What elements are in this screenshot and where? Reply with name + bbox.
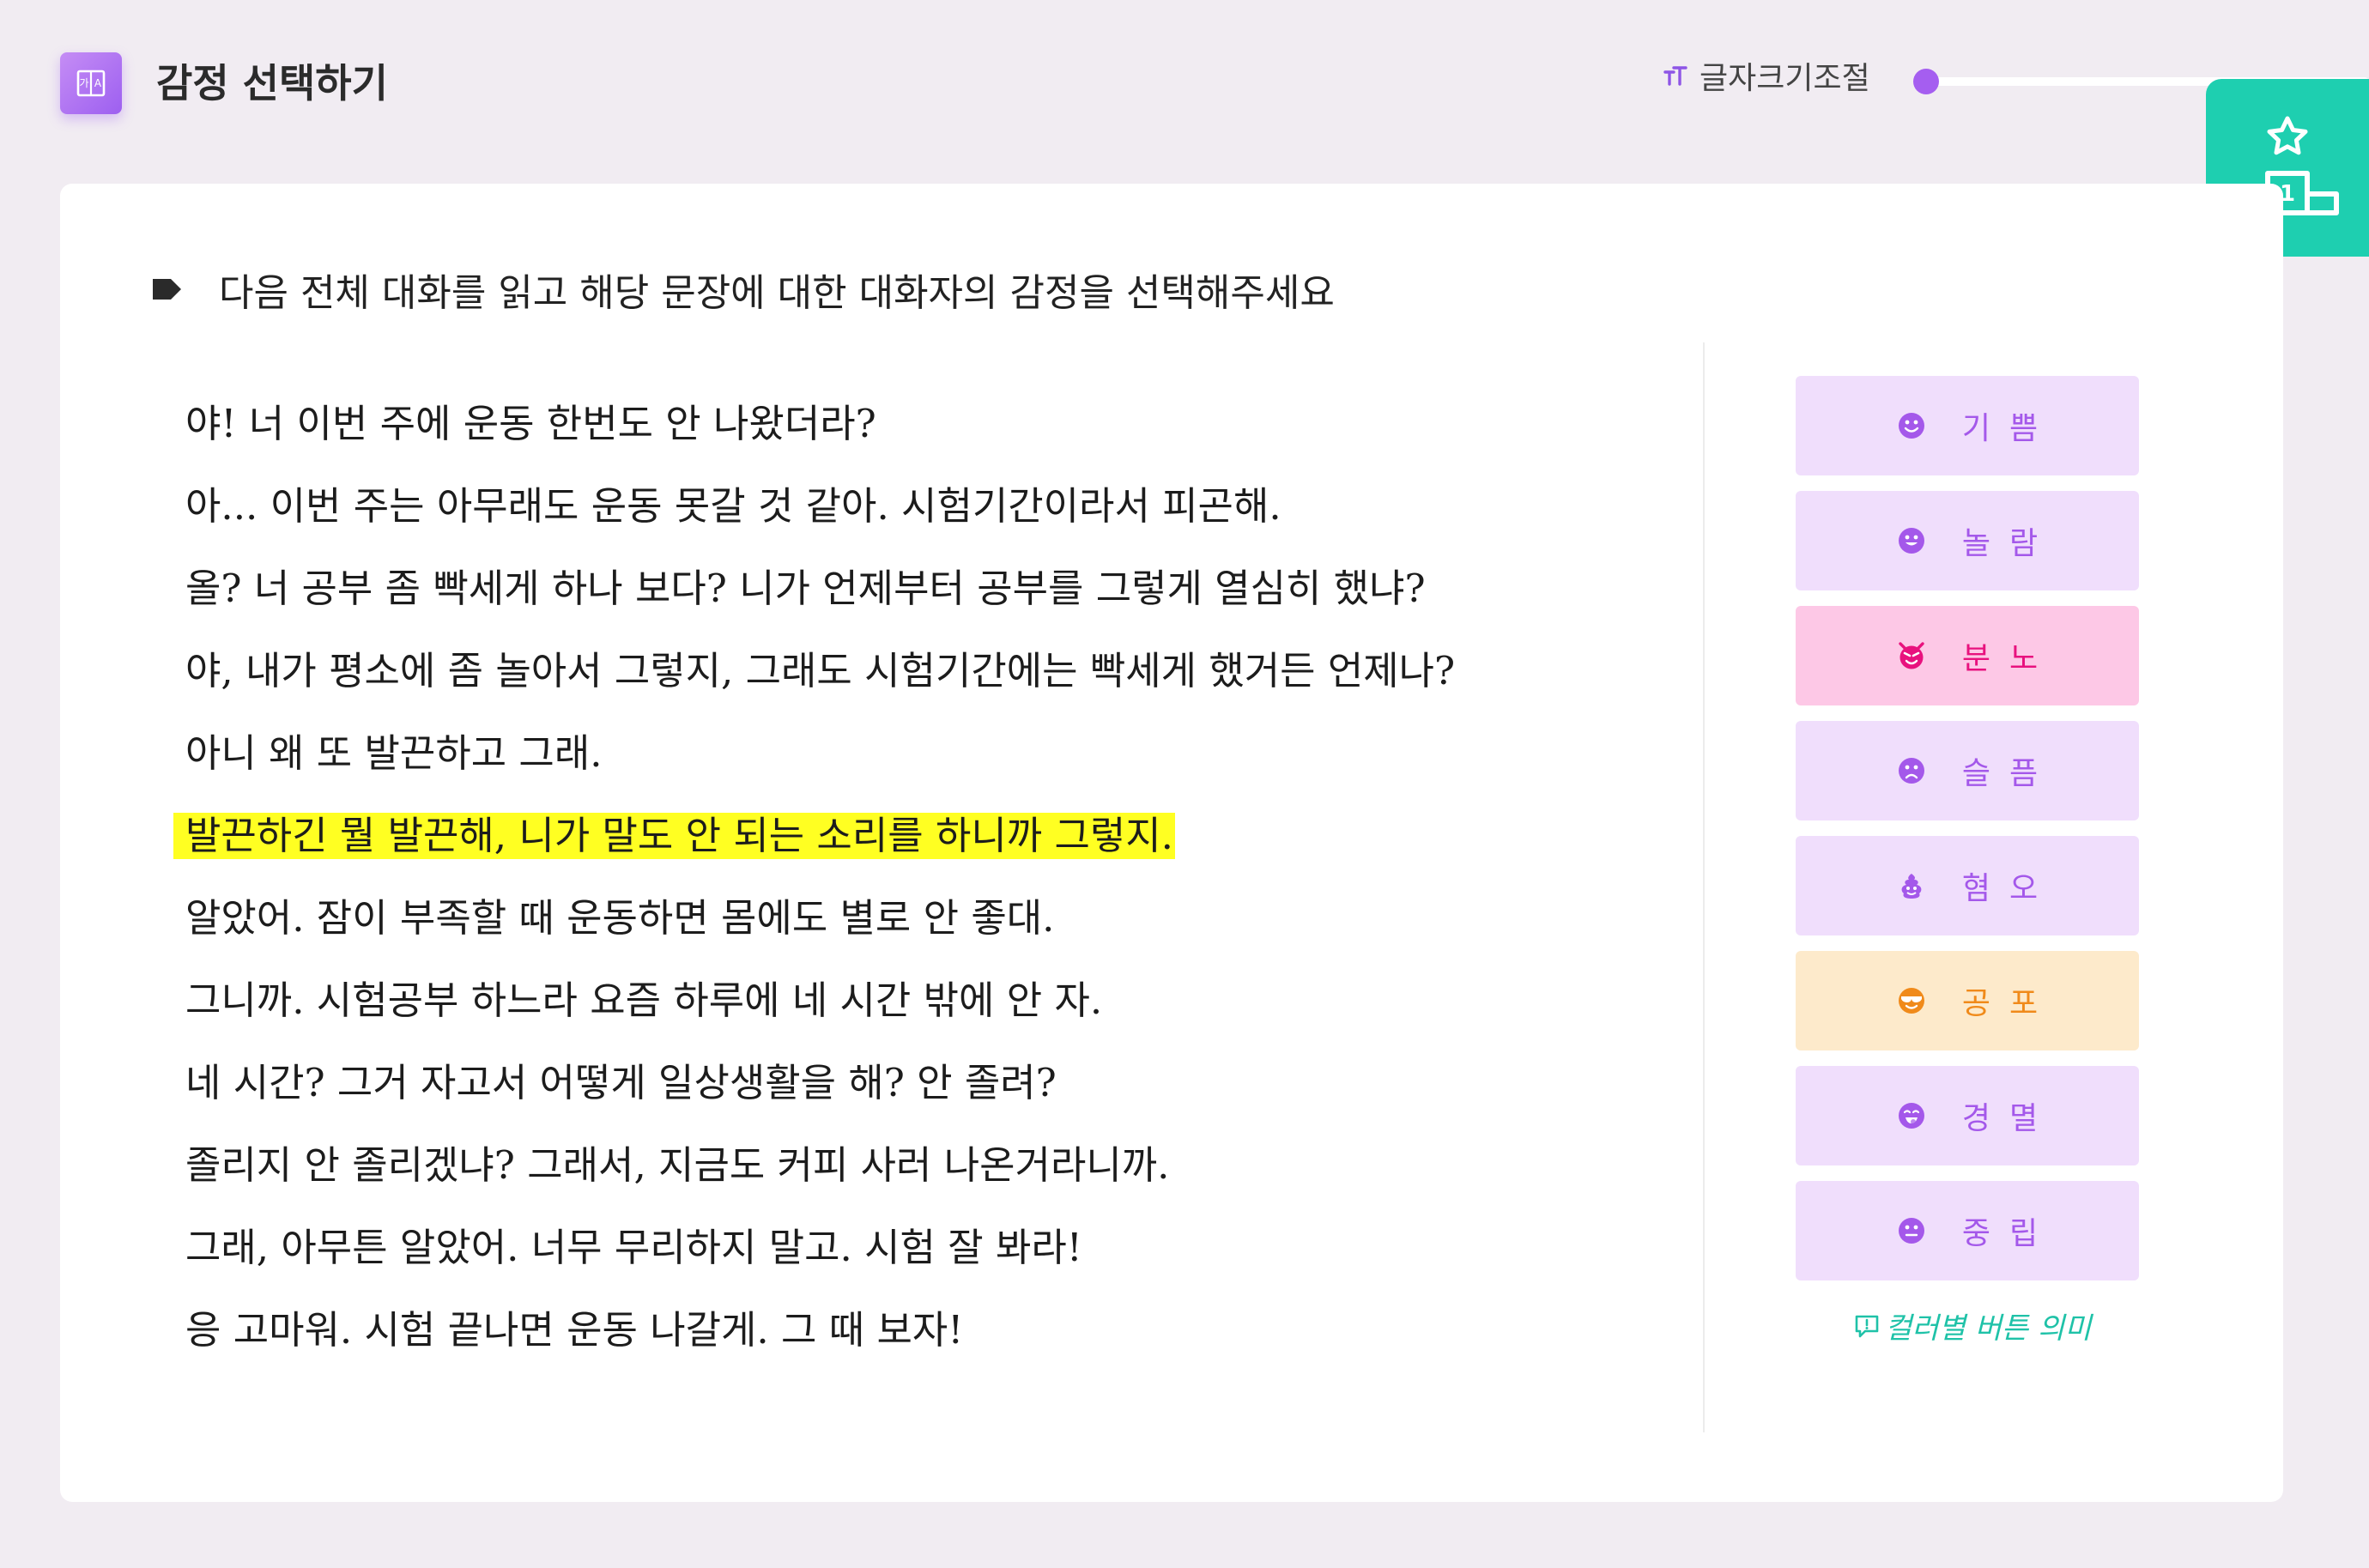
emotion-label: 중립 [1961,1216,2057,1251]
dialogue-line-text: 알았어. 잠이 부족할 때 운동하면 몸에도 별로 안 좋대. [185,895,1055,941]
dialogue-line[interactable]: 그니까. 시험공부 하느라 요즘 하루에 네 시간 밖에 안 자. [172,960,1717,1042]
sad-face-icon [1898,758,1924,784]
surprised-face-icon [1898,528,1924,554]
dialogue-line[interactable]: 응 고마워. 시험 끝나면 운동 나갈게. 그 때 보자! [172,1289,1717,1371]
emotion-button-6[interactable]: 공포 [1796,951,2139,1050]
font-size-label: 글자크기조절 [1700,61,1870,96]
emotion-button-7[interactable]: 경멸 [1796,1066,2139,1165]
sunglasses-face-icon [1898,988,1924,1014]
tongue-face-icon [1898,1103,1924,1129]
main-card: 다음 전체 대화를 읽고 해당 문장에 대한 대화자의 감정을 선택해주세요 야… [60,184,2283,1502]
dialogue-line[interactable]: 그래, 아무튼 알았어. 너무 무리하지 말고. 시험 잘 봐라! [172,1207,1717,1289]
emotion-button-4[interactable]: 슬픔 [1796,721,2139,820]
dialogue-line-text: 응 고마워. 시험 끝나면 운동 나갈게. 그 때 보자! [185,1307,964,1353]
angry-devil-icon [1899,642,1924,669]
color-legend-text: 컬러별 버튼 의미 [1885,1311,2092,1346]
emotion-label: 기쁨 [1961,411,2057,446]
emotion-button-2[interactable]: 놀람 [1796,491,2139,590]
dialogue-line-text: 올? 너 공부 좀 빡세게 하나 보다? 니가 언제부터 공부를 그렇게 열심히… [185,566,1426,611]
dialogue-line[interactable]: 올? 너 공부 좀 빡세게 하나 보다? 니가 언제부터 공부를 그렇게 열심히… [172,548,1717,630]
dialogue-line-text: 야, 내가 평소에 좀 놀아서 그렇지, 그래도 시험기간에는 빡세게 했거든 … [185,648,1456,693]
instruction-text: 다음 전체 대화를 읽고 해당 문장에 대한 대화자의 감정을 선택해주세요 [219,271,1335,315]
poop-icon [1901,874,1922,899]
dialogue-line[interactable]: 네 시간? 그거 자고서 어떻게 일상생활을 해? 안 졸려? [172,1042,1717,1124]
vertical-divider [1703,342,1705,1432]
dialogue-line-text: 야! 너 이번 주에 운동 한번도 안 나왔더라? [185,401,876,446]
dialogue-line-text: 발끈하긴 뭘 발끈해, 니가 말도 안 되는 소리를 하니까 그렇지. [173,813,1175,859]
dialogue-line-selected[interactable]: 발끈하긴 뭘 발끈해, 니가 말도 안 되는 소리를 하니까 그렇지. [172,795,1717,877]
book-icon: 가 A [76,70,106,97]
dialogue-line-text: 아... 이번 주는 아무래도 운동 못갈 것 같아. 시험기간이라서 피곤해. [185,483,1281,529]
dialogue-line-text: 졸리지 안 졸리겠냐? 그래서, 지금도 커피 사러 나온거라니까. [185,1142,1170,1188]
emotion-label: 경멸 [1961,1101,2057,1136]
smile-face-icon [1898,413,1924,439]
emotion-label: 혐오 [1961,871,2057,906]
emotion-label: 분노 [1961,641,2057,676]
dialogue-line-text: 아니 왜 또 발끈하고 그래. [185,730,603,776]
dialogue-line-text: 네 시간? 그거 자고서 어떻게 일상생활을 해? 안 졸려? [185,1060,1057,1105]
svg-text:가: 가 [79,77,88,89]
tag-icon [153,279,181,300]
color-legend-link[interactable]: 컬러별 버튼 의미 [1854,1305,2092,1347]
dialogue-list: 야! 너 이번 주에 운동 한번도 안 나왔더라? 아... 이번 주는 아무래도… [172,383,1717,1371]
emotion-button-8[interactable]: 중립 [1796,1181,2139,1280]
comment-icon [1855,1315,1879,1337]
emotion-button-5[interactable]: 혐오 [1796,836,2139,935]
app-logo: 가 A [60,52,122,114]
dialogue-line[interactable]: 아니 왜 또 발끈하고 그래. [172,712,1717,795]
font-size-slider-thumb[interactable] [1913,69,1939,94]
neutral-face-icon [1898,1218,1924,1244]
emotion-button-1[interactable]: 기쁨 [1796,376,2139,475]
dialogue-line[interactable]: 알았어. 잠이 부족할 때 운동하면 몸에도 별로 안 좋대. [172,877,1717,960]
emotion-label: 공포 [1961,986,2057,1021]
font-size-control: 글자크기조절 [1663,55,1870,96]
dialogue-line-text: 그니까. 시험공부 하느라 요즘 하루에 네 시간 밖에 안 자. [185,978,1103,1023]
dialogue-line[interactable]: 야, 내가 평소에 좀 놀아서 그렇지, 그래도 시험기간에는 빡세게 했거든 … [172,630,1717,712]
text-size-icon [1663,66,1687,86]
page-title: 감정 선택하기 [156,60,388,106]
emotion-button-3[interactable]: 분노 [1796,606,2139,705]
dialogue-line[interactable]: 야! 너 이번 주에 운동 한번도 안 나왔더라? [172,383,1717,465]
emotion-button-list: 기쁨놀람분노슬픔혐오공포경멸중립 [1796,376,2139,1296]
svg-text:A: A [94,77,102,89]
dialogue-line[interactable]: 아... 이번 주는 아무래도 운동 못갈 것 같아. 시험기간이라서 피곤해. [172,465,1717,548]
dialogue-line-text: 그래, 아무튼 알았어. 너무 무리하지 말고. 시험 잘 봐라! [185,1225,1082,1270]
instruction: 다음 전체 대화를 읽고 해당 문장에 대한 대화자의 감정을 선택해주세요 [150,261,1335,318]
emotion-label: 놀람 [1961,526,2057,561]
emotion-label: 슬픔 [1961,756,2057,791]
dialogue-line[interactable]: 졸리지 안 졸리겠냐? 그래서, 지금도 커피 사러 나온거라니까. [172,1124,1717,1207]
